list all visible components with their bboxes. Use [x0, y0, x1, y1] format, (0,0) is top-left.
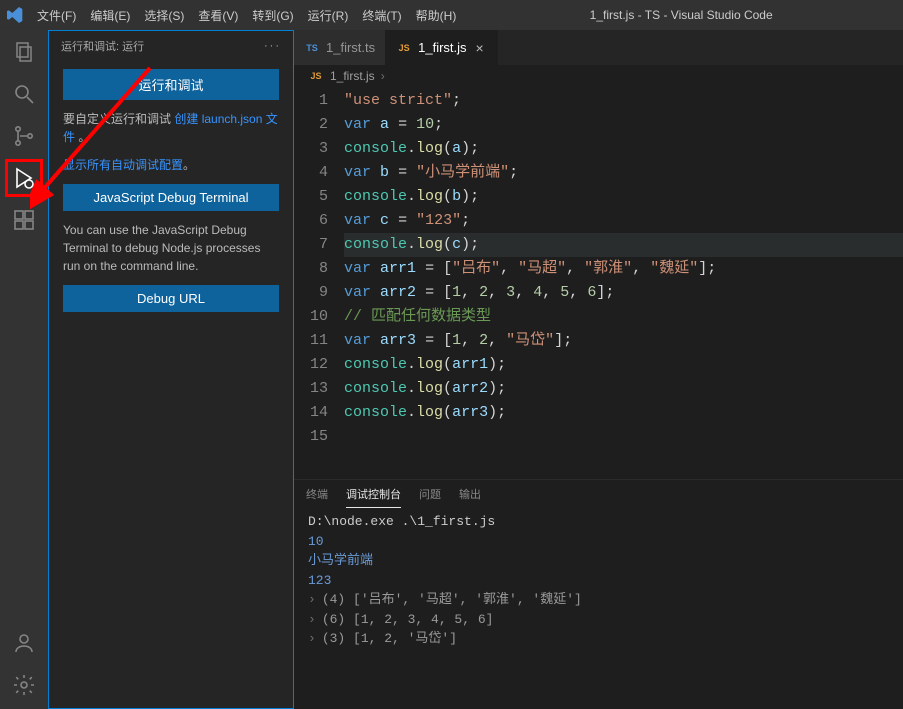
- line-number: 6: [294, 209, 328, 233]
- search-icon[interactable]: [10, 80, 38, 108]
- menu-item[interactable]: 运行(R): [301, 3, 356, 28]
- line-number: 8: [294, 257, 328, 281]
- settings-gear-icon[interactable]: [10, 671, 38, 699]
- jsdt-description: You can use the JavaScript Debug Termina…: [63, 221, 279, 275]
- js-icon: JS: [396, 40, 412, 56]
- tab-label: 1_first.ts: [326, 40, 375, 55]
- menu-item[interactable]: 转到(G): [245, 3, 300, 28]
- line-number-gutter: 123456789101112131415: [294, 87, 340, 479]
- panel-tab[interactable]: 输出: [459, 480, 481, 508]
- code-line[interactable]: console.log(a);: [344, 137, 903, 161]
- breadcrumb-file: 1_first.js: [330, 69, 375, 83]
- chevron-right-icon: ›: [381, 69, 385, 83]
- menu-item[interactable]: 编辑(E): [83, 3, 137, 28]
- menu-item[interactable]: 帮助(H): [409, 3, 464, 28]
- line-number: 2: [294, 113, 328, 137]
- menu-item[interactable]: 查看(V): [191, 3, 245, 28]
- menu-item[interactable]: 文件(F): [30, 3, 83, 28]
- line-number: 5: [294, 185, 328, 209]
- line-number: 10: [294, 305, 328, 329]
- code-line[interactable]: console.log(b);: [344, 185, 903, 209]
- line-number: 15: [294, 425, 328, 449]
- run-and-debug-icon[interactable]: [10, 164, 38, 192]
- panel-tabs: 终端调试控制台问题输出: [294, 480, 903, 508]
- code-line[interactable]: // 匹配任何数据类型: [344, 305, 903, 329]
- source-control-icon[interactable]: [10, 122, 38, 150]
- accounts-icon[interactable]: [10, 629, 38, 657]
- debug-console-output[interactable]: D:\node.exe .\1_first.js10小马学前端123›(4) […: [294, 508, 903, 709]
- code-line[interactable]: var a = 10;: [344, 113, 903, 137]
- code-line[interactable]: var c = "123";: [344, 209, 903, 233]
- sidebar-header: 运行和调试: 运行 ···: [49, 31, 293, 61]
- line-number: 14: [294, 401, 328, 425]
- panel-tab[interactable]: 问题: [419, 480, 441, 508]
- explorer-icon[interactable]: [10, 38, 38, 66]
- console-output-line: 10: [308, 532, 889, 552]
- customize-text: 要自定义运行和调试 创建 launch.json 文件 。: [63, 110, 279, 146]
- menu-item[interactable]: 选择(S): [137, 3, 191, 28]
- close-icon[interactable]: ×: [473, 40, 487, 56]
- show-all-debug-link[interactable]: 显示所有自动调试配置: [63, 158, 183, 172]
- code-line[interactable]: var b = "小马学前端";: [344, 161, 903, 185]
- more-icon[interactable]: ···: [264, 40, 281, 52]
- code-line[interactable]: var arr3 = [1, 2, "马岱"];: [344, 329, 903, 353]
- extensions-icon[interactable]: [10, 206, 38, 234]
- js-icon: JS: [308, 68, 324, 84]
- code-line[interactable]: [344, 425, 903, 449]
- line-number: 4: [294, 161, 328, 185]
- line-number: 1: [294, 89, 328, 113]
- vscode-logo-icon: [4, 7, 26, 23]
- line-number: 11: [294, 329, 328, 353]
- line-number: 3: [294, 137, 328, 161]
- menu-bar: 文件(F)编辑(E)选择(S)查看(V)转到(G)运行(R)终端(T)帮助(H): [30, 3, 463, 28]
- editor-tabs: TS 1_first.ts JS 1_first.js ×: [294, 30, 903, 65]
- javascript-debug-terminal-button[interactable]: JavaScript Debug Terminal: [63, 184, 279, 211]
- title-bar: 文件(F)编辑(E)选择(S)查看(V)转到(G)运行(R)终端(T)帮助(H)…: [0, 0, 903, 30]
- code-editor[interactable]: 123456789101112131415 "use strict";var a…: [294, 87, 903, 479]
- show-all-config: 显示所有自动调试配置。: [63, 156, 279, 174]
- bottom-panel: 终端调试控制台问题输出 D:\node.exe .\1_first.js10小马…: [294, 479, 903, 709]
- breadcrumb[interactable]: JS 1_first.js ›: [294, 65, 903, 87]
- line-number: 12: [294, 353, 328, 377]
- line-number: 9: [294, 281, 328, 305]
- run-and-debug-button[interactable]: 运行和调试: [63, 69, 279, 100]
- run-debug-sidebar: 运行和调试: 运行 ··· 运行和调试 要自定义运行和调试 创建 launch.…: [48, 30, 294, 709]
- show-all-post: 。: [183, 158, 195, 172]
- console-output-line[interactable]: ›(6) [1, 2, 3, 4, 5, 6]: [308, 610, 889, 630]
- menu-item[interactable]: 终端(T): [355, 3, 408, 28]
- code-line[interactable]: console.log(arr2);: [344, 377, 903, 401]
- line-number: 13: [294, 377, 328, 401]
- editor-group: TS1_first.tsJS1_first.js× JS 1_first.js …: [294, 30, 903, 709]
- code-line[interactable]: var arr1 = ["吕布", "马超", "郭淮", "魏延"];: [344, 257, 903, 281]
- window-title: 1_first.js - TS - Visual Studio Code: [463, 8, 899, 22]
- console-output-line: 小马学前端: [308, 551, 889, 571]
- code-line[interactable]: console.log(arr3);: [344, 401, 903, 425]
- console-output-line[interactable]: ›(3) [1, 2, '马岱']: [308, 629, 889, 649]
- panel-tab[interactable]: 终端: [306, 480, 328, 508]
- code-line[interactable]: console.log(c);: [344, 233, 903, 257]
- customize-post: 。: [78, 130, 90, 144]
- ts-icon: TS: [304, 40, 320, 56]
- code-line[interactable]: console.log(arr1);: [344, 353, 903, 377]
- console-output-line[interactable]: ›(4) ['吕布', '马超', '郭淮', '魏延']: [308, 590, 889, 610]
- console-output-line: 123: [308, 571, 889, 591]
- sidebar-title: 运行和调试: 运行: [61, 38, 144, 54]
- editor-tab[interactable]: TS 1_first.ts: [294, 30, 386, 65]
- line-number: 7: [294, 233, 328, 257]
- code-line[interactable]: "use strict";: [344, 89, 903, 113]
- debug-url-button[interactable]: Debug URL: [63, 285, 279, 312]
- customize-pre: 要自定义运行和调试: [63, 112, 171, 126]
- code-line[interactable]: var arr2 = [1, 2, 3, 4, 5, 6];: [344, 281, 903, 305]
- editor-tab[interactable]: JS 1_first.js ×: [386, 30, 497, 65]
- panel-tab[interactable]: 调试控制台: [346, 480, 401, 508]
- tab-label: 1_first.js: [418, 40, 466, 55]
- console-command: D:\node.exe .\1_first.js: [308, 512, 889, 532]
- code-content[interactable]: "use strict";var a = 10;console.log(a);v…: [340, 87, 903, 479]
- activity-bar: [0, 30, 48, 709]
